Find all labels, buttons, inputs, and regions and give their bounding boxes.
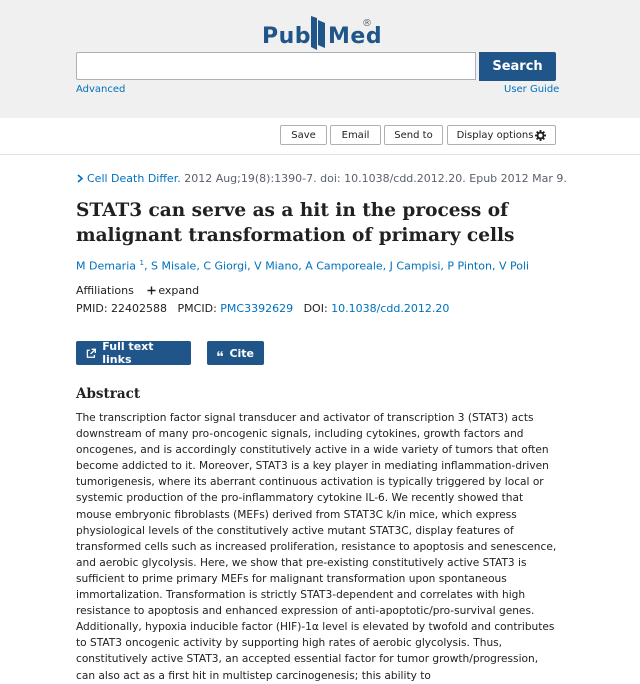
plus-icon bbox=[147, 286, 156, 295]
author-link[interactable]: S Misale bbox=[151, 260, 196, 273]
cite-button[interactable]: Cite bbox=[207, 341, 264, 365]
pmid-value: 22402588 bbox=[111, 302, 168, 315]
display-options-label: Display options bbox=[456, 129, 534, 141]
citation-details: 2012 Aug;19(8):1390-7. doi: 10.1038/cdd.… bbox=[180, 172, 567, 185]
logo-pub-text: Pub bbox=[262, 24, 312, 49]
journal-citation: Cell Death Differ. 2012 Aug;19(8):1390-7… bbox=[76, 172, 567, 185]
affiliations-label: Affiliations bbox=[76, 284, 134, 297]
send-to-button[interactable]: Send to bbox=[384, 125, 443, 145]
save-label: Save bbox=[291, 129, 316, 141]
author-link[interactable]: V Miano bbox=[254, 260, 298, 273]
external-link-icon bbox=[86, 348, 96, 358]
affiliations-row: Affiliations expand bbox=[76, 284, 199, 297]
pmid-label: PMID: bbox=[76, 302, 112, 315]
display-options-button[interactable]: Display options bbox=[447, 125, 556, 145]
affiliation-number[interactable]: 1 bbox=[140, 259, 144, 267]
search-input[interactable] bbox=[76, 52, 476, 80]
email-button[interactable]: Email bbox=[330, 125, 381, 145]
logo-med-text: Med bbox=[328, 24, 383, 49]
quote-icon bbox=[217, 350, 223, 356]
abstract-text: The transcription factor signal transduc… bbox=[76, 412, 557, 682]
user-guide-link[interactable]: User Guide bbox=[504, 84, 559, 95]
abstract-heading: Abstract bbox=[76, 386, 141, 402]
cite-label: Cite bbox=[229, 346, 254, 360]
author-link[interactable]: V Poli bbox=[499, 260, 529, 273]
author-link[interactable]: C Giorgi bbox=[203, 260, 247, 273]
pmcid-link[interactable]: PMC3392629 bbox=[220, 302, 293, 315]
doi-label: DOI: bbox=[303, 302, 332, 315]
author-list: M Demaria 1, S Misale, C Giorgi, V Miano… bbox=[76, 259, 530, 273]
full-text-links-label: Full text links bbox=[102, 340, 154, 366]
author-link[interactable]: J Campisi bbox=[390, 260, 441, 273]
author-link[interactable]: M Demaria bbox=[76, 260, 136, 273]
expand-label: expand bbox=[158, 284, 200, 297]
action-bar: Save Email Send to Display options bbox=[0, 118, 640, 155]
chevron-right-icon bbox=[77, 174, 84, 183]
doi-link[interactable]: 10.1038/cdd.2012.20 bbox=[331, 302, 449, 315]
expand-affiliations-button[interactable]: expand bbox=[147, 284, 199, 297]
search-button[interactable]: Search bbox=[479, 52, 556, 81]
advanced-search-link[interactable]: Advanced bbox=[76, 84, 125, 95]
gear-icon bbox=[535, 129, 547, 141]
email-label: Email bbox=[341, 129, 370, 141]
author-link[interactable]: A Camporeale bbox=[305, 260, 382, 273]
header: Pub Med ® Search Advanced User Guide bbox=[0, 0, 640, 119]
pmcid-label: PMCID: bbox=[177, 302, 221, 315]
article-title: STAT3 can serve as a hit in the process … bbox=[76, 200, 515, 246]
full-text-links-button[interactable]: Full text links bbox=[76, 340, 191, 366]
identifiers-row: PMID: 22402588 PMCID: PMC3392629 DOI: 10… bbox=[76, 302, 449, 315]
logo-registered: ® bbox=[362, 18, 372, 29]
save-button[interactable]: Save bbox=[280, 125, 327, 145]
pubmed-book-icon bbox=[311, 16, 325, 50]
author-link[interactable]: P Pinton bbox=[447, 260, 492, 273]
journal-link[interactable]: Cell Death Differ. bbox=[87, 172, 181, 185]
send-to-label: Send to bbox=[394, 129, 433, 141]
